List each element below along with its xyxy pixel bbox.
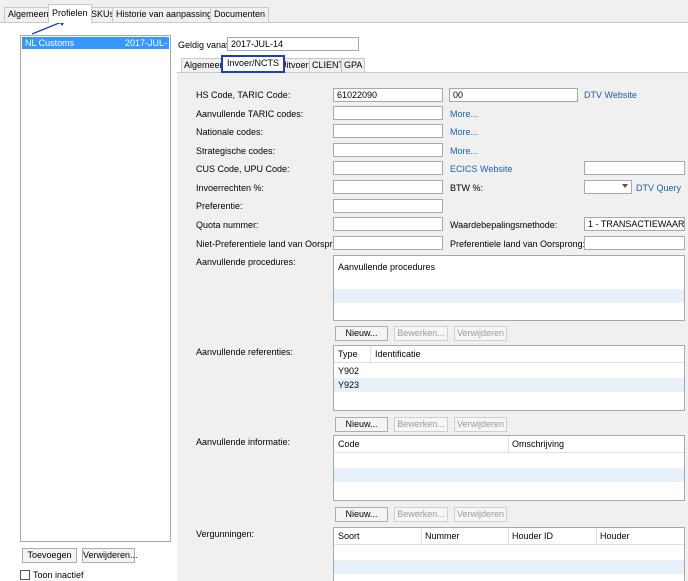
non-pref-origin-input[interactable] xyxy=(333,236,443,250)
table-row[interactable] xyxy=(334,289,684,303)
hs-code-input[interactable]: 61022090 xyxy=(333,88,443,102)
profile-row-selected[interactable]: NL Customs 2017-JUL-14 xyxy=(22,37,169,60)
information-col-description: Omschrijving xyxy=(512,439,565,449)
procedures-column-header: Aanvullende procedures xyxy=(338,262,436,272)
upu-code-input[interactable] xyxy=(584,161,685,175)
tab-divider xyxy=(0,22,688,23)
cus-code-label: CUS Code, UPU Code: xyxy=(196,164,290,174)
reference-type-cell: Y923 xyxy=(338,380,360,390)
table-row[interactable]: Y902 xyxy=(334,364,684,378)
table-row[interactable] xyxy=(334,275,684,289)
licenses-grid[interactable]: Soort Nummer Houder ID Houder xyxy=(333,527,685,581)
reference-type-cell: Y902 xyxy=(338,366,360,376)
add-profile-button[interactable]: Toevoegen xyxy=(22,548,77,563)
licenses-col-holder: Houder xyxy=(600,531,630,541)
pref-origin-input[interactable] xyxy=(584,236,685,250)
dtv-website-link[interactable]: DTV Website xyxy=(584,90,637,101)
dtv-query-link[interactable]: DTV Query xyxy=(636,183,681,194)
procedures-delete-button[interactable]: Verwijderen xyxy=(454,326,507,341)
preference-label: Preferentie: xyxy=(196,201,243,211)
strategic-codes-input[interactable] xyxy=(333,143,443,157)
vat-label: BTW %: xyxy=(450,183,483,193)
subtab-gpa[interactable]: GPA xyxy=(341,58,366,72)
subtab-invoer-ncts[interactable]: Invoer/NCTS xyxy=(221,55,286,73)
procedures-label: Aanvullende procedures: xyxy=(196,257,296,267)
references-grid[interactable]: Type Identificatie Y902 Y923 xyxy=(333,345,685,411)
profile-date: 2017-JUL-14 xyxy=(125,38,168,60)
more-national-link[interactable]: More... xyxy=(450,127,478,138)
show-inactive-label: Toon inactief xyxy=(33,570,84,580)
table-row[interactable] xyxy=(334,468,684,482)
valuation-method-label: Waardebepalingsmethode: xyxy=(450,220,558,230)
table-row[interactable]: Y923 xyxy=(334,378,684,392)
profile-name: NL Customs xyxy=(25,38,75,48)
valid-from-input[interactable]: 2017-JUL-14 xyxy=(227,37,359,51)
information-grid[interactable]: Code Omschrijving xyxy=(333,435,685,501)
hs-code-label: HS Code, TARIC Code: xyxy=(196,90,291,100)
table-row[interactable] xyxy=(334,454,684,468)
pref-origin-label: Preferentiele land van Oorsprong: xyxy=(450,239,586,249)
import-duties-label: Invoerrechten %: xyxy=(196,183,265,193)
chevron-down-icon xyxy=(622,184,628,188)
additional-taric-label: Aanvullende TARIC codes: xyxy=(196,109,304,119)
tab-documenten[interactable]: Documenten xyxy=(210,7,270,22)
more-taric-link[interactable]: More... xyxy=(450,109,478,120)
licenses-label: Vergunningen: xyxy=(196,529,255,539)
quota-number-label: Quota nummer: xyxy=(196,220,259,230)
references-delete-button[interactable]: Verwijderen xyxy=(454,417,507,432)
information-edit-button[interactable]: Bewerken... xyxy=(394,507,448,522)
references-col-identification: Identificatie xyxy=(375,349,421,359)
national-codes-label: Nationale codes: xyxy=(196,127,264,137)
preference-input[interactable] xyxy=(333,199,443,213)
remove-profile-button[interactable]: Verwijderen... xyxy=(82,548,138,563)
tab-historie[interactable]: Historie van aanpassingen xyxy=(112,7,227,22)
additional-taric-input[interactable] xyxy=(333,106,443,120)
strategic-codes-label: Strategische codes: xyxy=(196,146,276,156)
references-new-button[interactable]: Nieuw... xyxy=(335,417,388,432)
non-pref-origin-label: Niet-Preferentiele land van Oorsprong: xyxy=(196,239,351,249)
quota-number-input[interactable] xyxy=(333,217,443,231)
valid-from-label: Geldig vanaf: xyxy=(178,40,232,50)
procedures-new-button[interactable]: Nieuw... xyxy=(335,326,388,341)
procedures-edit-button[interactable]: Bewerken... xyxy=(394,326,448,341)
table-row[interactable] xyxy=(334,560,684,574)
references-col-type: Type xyxy=(338,349,358,359)
taric-code-input[interactable]: 00 xyxy=(449,88,578,102)
vat-dropdown[interactable] xyxy=(584,180,632,194)
import-duties-input[interactable] xyxy=(333,180,443,194)
more-strategic-link[interactable]: More... xyxy=(450,146,478,157)
information-delete-button[interactable]: Verwijderen xyxy=(454,507,507,522)
table-row[interactable] xyxy=(334,392,684,406)
references-edit-button[interactable]: Bewerken... xyxy=(394,417,448,432)
licenses-col-holder-id: Houder ID xyxy=(512,531,554,541)
table-row[interactable] xyxy=(334,303,684,317)
licenses-col-number: Nummer xyxy=(425,531,460,541)
cus-code-input[interactable] xyxy=(333,161,443,175)
ecics-website-link[interactable]: ECICS Website xyxy=(450,164,512,175)
procedures-grid[interactable]: Aanvullende procedures xyxy=(333,255,685,321)
information-new-button[interactable]: Nieuw... xyxy=(335,507,388,522)
national-codes-input[interactable] xyxy=(333,124,443,138)
references-label: Aanvullende referenties: xyxy=(196,347,294,357)
table-row[interactable] xyxy=(334,546,684,560)
licenses-col-type: Soort xyxy=(338,531,360,541)
show-inactive-checkbox[interactable] xyxy=(20,570,30,580)
tab-profielen[interactable]: Profielen xyxy=(48,4,92,23)
profile-list[interactable]: NL Customs 2017-JUL-14 xyxy=(20,35,171,542)
table-row[interactable] xyxy=(334,482,684,496)
valuation-method-select[interactable]: 1 - TRANSACTIEWAARDE VAN xyxy=(584,217,685,231)
information-label: Aanvullende informatie: xyxy=(196,437,291,447)
information-col-code: Code xyxy=(338,439,360,449)
